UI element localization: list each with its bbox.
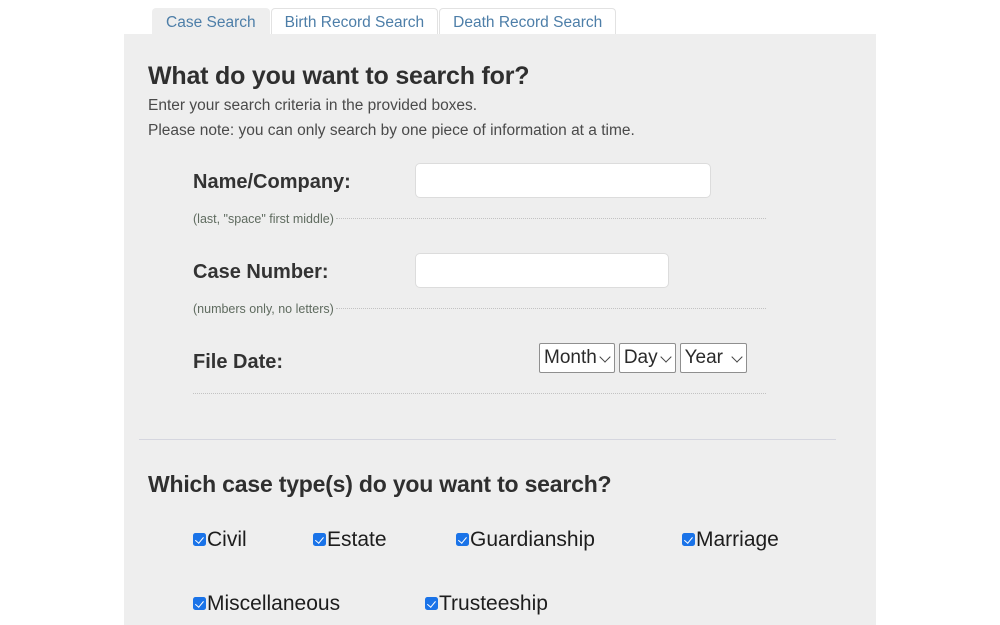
hint-dotted-rule [335,307,766,309]
page-title: What do you want to search for? [148,62,530,90]
file-date-year-value: Year [684,347,723,368]
tab-bar: Case Search Birth Record Search Death Re… [152,7,617,35]
file-date-selects: Month Day Year [539,343,747,373]
checkbox-estate-label: Estate [327,528,387,551]
file-date-day-value: Day [623,347,658,368]
page-root: Case Search Birth Record Search Death Re… [0,0,1000,625]
tab-case-search[interactable]: Case Search [152,8,270,35]
name-company-row: Name/Company: (last, "space" first middl… [124,163,876,233]
file-date-year-select[interactable]: Year [679,343,747,373]
file-date-month-value: Month [544,347,597,368]
chevron-down-icon [659,351,672,363]
checkmark-icon [682,533,695,546]
tab-birth-record-search-label: Birth Record Search [284,14,425,31]
checkmark-icon [193,597,206,610]
case-types-heading: Which case type(s) do you want to search… [148,471,612,497]
chevron-down-icon [731,351,743,363]
chevron-down-icon [599,351,611,363]
name-company-hint-text: (last, "space" first middle) [193,212,334,226]
case-number-hint-text: (numbers only, no letters) [193,302,334,316]
name-company-input[interactable] [415,163,711,198]
case-types-row-1: Civil Estate Guardianship Marriage [124,529,876,559]
checkbox-guardianship-label: Guardianship [470,528,595,551]
tab-death-record-search[interactable]: Death Record Search [439,8,617,35]
file-date-day-select[interactable]: Day [618,343,676,373]
case-types-row-2: Miscellaneous Trusteeship [124,593,876,623]
checkmark-icon [456,533,469,546]
checkbox-trusteeship[interactable]: Trusteeship [425,593,548,614]
hint-dotted-rule [193,392,766,394]
checkbox-guardianship[interactable]: Guardianship [456,529,595,550]
checkbox-estate[interactable]: Estate [313,529,387,550]
case-number-label: Case Number: [193,261,329,283]
name-company-label: Name/Company: [193,171,351,193]
checkbox-trusteeship-label: Trusteeship [439,592,548,615]
file-date-row: File Date: Month Day Year [124,343,876,413]
name-company-hint: (last, "space" first middle) [193,212,766,226]
file-date-hint [193,392,766,396]
case-number-hint: (numbers only, no letters) [193,302,766,316]
file-date-month-select[interactable]: Month [539,343,615,373]
search-instructions-line-1: Enter your search criteria in the provid… [148,97,478,114]
section-divider [139,439,836,440]
search-instructions-line-2: Please note: you can only search by one … [148,122,635,139]
file-date-label: File Date: [193,351,284,373]
checkbox-miscellaneous-label: Miscellaneous [207,592,341,615]
checkmark-icon [425,597,438,610]
checkbox-marriage-label: Marriage [696,528,779,551]
checkbox-civil[interactable]: Civil [193,529,247,550]
case-number-input[interactable] [415,253,669,288]
checkbox-marriage[interactable]: Marriage [682,529,779,550]
tab-case-search-label: Case Search [166,14,256,31]
search-panel: What do you want to search for? Enter yo… [124,34,876,625]
checkmark-icon [193,533,206,546]
checkbox-civil-label: Civil [207,528,247,551]
hint-dotted-rule [335,217,766,219]
checkmark-icon [313,533,326,546]
checkbox-miscellaneous[interactable]: Miscellaneous [193,593,340,614]
tab-death-record-search-label: Death Record Search [453,14,603,31]
case-number-row: Case Number: (numbers only, no letters) [124,253,876,323]
tab-birth-record-search[interactable]: Birth Record Search [270,8,439,35]
